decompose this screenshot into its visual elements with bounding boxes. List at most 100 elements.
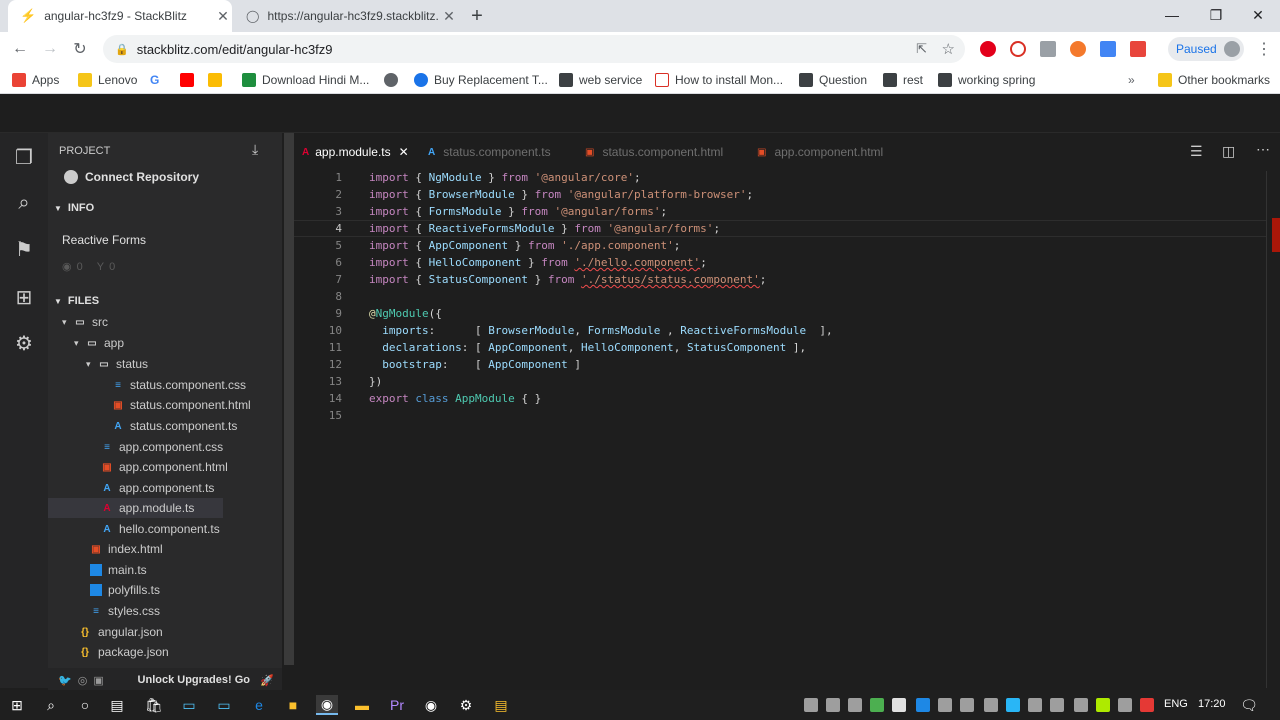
bookmark-google[interactable]: G: [150, 70, 159, 90]
tray-icon[interactable]: [892, 698, 906, 712]
tree-file[interactable]: polyfills.ts: [48, 580, 282, 600]
notes-icon[interactable]: ▤: [490, 695, 512, 715]
chrome-icon[interactable]: ◉: [420, 695, 442, 715]
tree-folder-src[interactable]: ▾ ▭ src: [48, 312, 282, 332]
chrome-icon[interactable]: ◉: [316, 695, 338, 715]
other-bookmarks[interactable]: Other bookmarks: [1158, 70, 1270, 90]
premiere-icon[interactable]: Pr: [386, 695, 408, 715]
app-icon[interactable]: ▭: [178, 695, 200, 715]
tray-icon[interactable]: [1140, 698, 1154, 712]
search-icon[interactable]: ⌕: [12, 191, 36, 215]
extension-icon[interactable]: [1130, 41, 1146, 57]
tree-file[interactable]: A status.component.ts: [48, 416, 282, 436]
app-icon[interactable]: ▭: [213, 695, 235, 715]
tree-file-selected[interactable]: A app.module.ts: [48, 498, 223, 518]
app-icon[interactable]: ⚙: [455, 695, 477, 715]
bookmark-buy-replacement[interactable]: Buy Replacement T...: [414, 70, 548, 90]
app-icon[interactable]: ■: [282, 695, 304, 715]
browser-tab[interactable]: ◯ https://angular-hc3fz9.stackblitz. ✕: [236, 0, 458, 32]
clock[interactable]: 17:20: [1198, 698, 1226, 710]
extension-icon[interactable]: [1100, 41, 1116, 57]
info-section-header[interactable]: ▼ INFO: [48, 197, 282, 219]
profile-paused-button[interactable]: Paused: [1168, 37, 1244, 61]
close-tab-icon[interactable]: ✕: [440, 8, 458, 25]
close-tab-icon[interactable]: ✕: [399, 145, 409, 159]
split-editor-icon[interactable]: ◫: [1222, 143, 1235, 160]
tray-icon[interactable]: [1006, 698, 1020, 712]
opera-extension-icon[interactable]: [980, 41, 996, 57]
bookmark-web-service[interactable]: web service: [559, 70, 642, 90]
file-explorer-icon[interactable]: ▬: [351, 695, 373, 715]
bookmark-working-spring[interactable]: working spring: [938, 70, 1035, 90]
back-icon[interactable]: ←: [8, 37, 32, 61]
restore-icon[interactable]: ❐: [1194, 0, 1238, 30]
bluetooth-icon[interactable]: [916, 698, 930, 712]
tray-icon[interactable]: [870, 698, 884, 712]
task-view-icon[interactable]: ▤: [106, 695, 128, 715]
bookmark-apps[interactable]: Apps: [12, 70, 59, 90]
tree-file[interactable]: main.ts: [48, 560, 282, 580]
bookmark-rest[interactable]: rest: [883, 70, 923, 90]
gear-icon[interactable]: ⚙: [12, 331, 36, 355]
list-view-icon[interactable]: ☰: [1190, 143, 1203, 160]
tray-icon[interactable]: [1096, 698, 1110, 712]
connect-repository-button[interactable]: Connect Repository: [64, 170, 199, 184]
twitter-icon[interactable]: 🐦: [58, 674, 72, 687]
volume-icon[interactable]: [1028, 698, 1042, 712]
sidebar-scrollbar[interactable]: [284, 133, 294, 665]
tree-file[interactable]: A app.component.ts: [48, 478, 282, 498]
menu-icon[interactable]: ⋮: [1252, 37, 1276, 61]
bookmark-item[interactable]: [384, 70, 404, 90]
tree-file[interactable]: ≡ app.component.css: [48, 437, 282, 457]
minimize-icon[interactable]: —: [1150, 0, 1194, 30]
files-icon[interactable]: ❐: [12, 145, 36, 169]
tree-file[interactable]: ▣ index.html: [48, 539, 282, 559]
bookmark-how-to-install[interactable]: How to install Mon...: [655, 70, 783, 90]
tree-file[interactable]: ▣ status.component.html: [48, 395, 282, 415]
block-extension-icon[interactable]: [1010, 41, 1026, 57]
more-bookmarks-icon[interactable]: »: [1128, 70, 1135, 90]
browser-tab-active[interactable]: ⚡ angular-hc3fz9 - StackBlitz ✕: [8, 0, 232, 32]
extension-icon[interactable]: [1040, 41, 1056, 57]
forward-icon[interactable]: →: [38, 37, 62, 61]
address-bar[interactable]: 🔒 stackblitz.com/edit/angular-hc3fz9 ⇱ ☆: [103, 35, 965, 63]
bookmark-download-hindi[interactable]: Download Hindi M...: [242, 70, 369, 90]
tree-file[interactable]: A hello.component.ts: [48, 519, 282, 539]
extension-icon[interactable]: [1070, 41, 1086, 57]
notifications-icon[interactable]: 🗨: [1238, 695, 1260, 715]
language-indicator[interactable]: ENG: [1164, 698, 1188, 710]
tree-file[interactable]: ≡ styles.css: [48, 601, 282, 621]
code-editor[interactable]: 1 import { NgModule } from '@angular/core…: [294, 171, 1266, 688]
bookmark-lenovo[interactable]: Lenovo: [78, 70, 137, 90]
bookmark-question[interactable]: Question: [799, 70, 867, 90]
search-icon[interactable]: ⌕: [40, 695, 62, 715]
tab-status-component-ts[interactable]: A status.component.ts: [420, 133, 570, 171]
extensions-icon[interactable]: ⊞: [12, 285, 36, 309]
reload-icon[interactable]: ↻: [68, 37, 92, 61]
tab-app-module[interactable]: A app.module.ts ✕: [294, 133, 416, 171]
tray-icon[interactable]: [938, 698, 952, 712]
close-window-icon[interactable]: ✕: [1236, 0, 1280, 30]
windows-start-icon[interactable]: ⊞: [6, 695, 28, 715]
more-actions-icon[interactable]: ⋯: [1256, 141, 1270, 158]
discord-icon[interactable]: ▣: [93, 674, 103, 687]
cortana-icon[interactable]: ○: [74, 695, 96, 715]
bookmark-youtube[interactable]: [180, 70, 200, 90]
wifi-icon[interactable]: [984, 698, 998, 712]
open-external-icon[interactable]: ⇱: [916, 41, 927, 57]
deploy-icon[interactable]: ⚑: [12, 237, 36, 261]
close-tab-icon[interactable]: ✕: [214, 8, 232, 25]
microphone-icon[interactable]: [826, 698, 840, 712]
tray-icon[interactable]: [848, 698, 862, 712]
store-icon[interactable]: 🛍: [143, 695, 165, 715]
tree-folder-app[interactable]: ▾ ▭ app: [48, 333, 282, 353]
tab-status-component-html[interactable]: ▣ status.component.html: [577, 133, 747, 171]
download-icon[interactable]: ⤓: [252, 141, 258, 158]
tray-icon[interactable]: [804, 698, 818, 712]
tree-file[interactable]: {} package.json: [48, 642, 282, 662]
tree-file[interactable]: {} angular.json: [48, 622, 282, 642]
edge-icon[interactable]: e: [248, 695, 270, 715]
battery-icon[interactable]: [1118, 698, 1132, 712]
tree-folder-status[interactable]: ▾ ▭ status: [48, 354, 282, 374]
tray-icon[interactable]: [1074, 698, 1088, 712]
